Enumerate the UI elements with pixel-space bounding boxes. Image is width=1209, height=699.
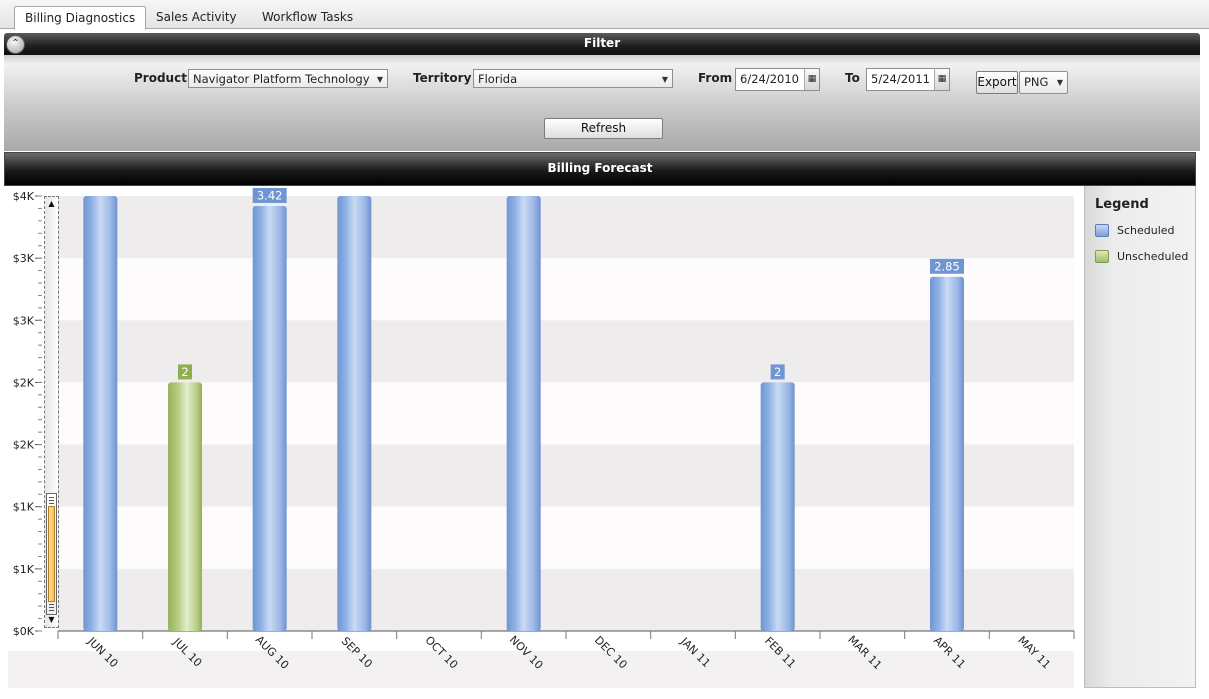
grid-band [58, 258, 1074, 321]
chart-bar [930, 276, 964, 631]
export-button[interactable]: Export [976, 71, 1018, 94]
legend-swatch [1095, 250, 1109, 263]
to-label: To [845, 71, 860, 85]
chart-svg: $0K$1K$1K$2K$2K$3K$3K$4KJUN 10 JUL 10 AUG … [8, 187, 1075, 688]
tab-workflow-tasks[interactable]: Workflow Tasks [252, 7, 363, 27]
chart-bar [506, 196, 541, 631]
y-tick-label: $1K [13, 501, 35, 514]
y-tick-label: $1K [13, 563, 35, 576]
y-tick-label: $2K [13, 376, 35, 389]
filter-panel: Product Navigator Platform Technology ▼ … [4, 55, 1200, 151]
grip-line [49, 503, 54, 504]
to-date-field[interactable]: 5/24/2011 ▦ [866, 68, 950, 91]
refresh-button[interactable]: Refresh [544, 118, 663, 139]
grid-band [58, 444, 1074, 507]
grid-band [58, 506, 1074, 569]
calendar-icon[interactable]: ▦ [934, 69, 949, 90]
from-label: From [698, 71, 733, 85]
from-date-value: 6/24/2010 [740, 72, 799, 86]
grid-band [58, 196, 1074, 259]
chart-bar [168, 382, 202, 631]
legend-label: Unscheduled [1117, 250, 1189, 263]
data-label: 3.42 [257, 188, 283, 202]
y-tick-label: $3K [13, 252, 35, 265]
vertical-zoom-scrollbar[interactable]: ▲ ▼ [44, 196, 59, 628]
to-date-value: 5/24/2011 [871, 72, 930, 86]
legend-label: Scheduled [1117, 224, 1175, 237]
calendar-icon[interactable]: ▦ [804, 69, 819, 90]
billing-forecast-header: Billing Forecast [4, 152, 1196, 186]
filter-title: Filter [583, 36, 621, 50]
x-axis-strip [8, 651, 1074, 688]
data-label: 2 [181, 365, 188, 379]
scroll-thumb[interactable] [46, 493, 57, 615]
grid-band [58, 568, 1074, 631]
grip-line [49, 500, 54, 501]
product-label: Product [134, 71, 187, 85]
grip-line [49, 604, 54, 605]
y-tick-label: $2K [13, 439, 35, 452]
chevron-down-icon: ▼ [661, 75, 668, 84]
data-label: 2.85 [934, 259, 960, 273]
grid-band [58, 382, 1074, 445]
filter-header: ⌃ Filter [4, 33, 1200, 55]
chart-bar [337, 196, 372, 631]
chart-bar [83, 196, 118, 631]
chevron-down-icon: ▼ [1056, 78, 1063, 87]
grip-line [49, 497, 54, 498]
y-tick-label: $3K [13, 314, 35, 327]
data-label: 2 [774, 365, 781, 379]
product-value: Navigator Platform Technology [193, 72, 370, 86]
grip-line [49, 607, 54, 608]
scroll-down-icon[interactable]: ▼ [46, 615, 57, 625]
billing-forecast-title: Billing Forecast [547, 161, 653, 175]
y-tick-label: $0K [13, 625, 35, 638]
export-format-value: PNG [1024, 75, 1049, 89]
y-tick-label: $4K [13, 190, 35, 203]
grid-band [58, 320, 1074, 383]
chart-bar [760, 382, 795, 631]
legend-swatch [1095, 224, 1109, 237]
territory-value: Florida [478, 72, 518, 86]
tab-sales-activity[interactable]: Sales Activity [146, 7, 247, 27]
from-date-field[interactable]: 6/24/2010 ▦ [735, 68, 820, 91]
chevron-down-icon: ▼ [376, 75, 383, 84]
legend-title: Legend [1095, 197, 1149, 212]
tab-bar: Billing Diagnostics Sales Activity Workf… [0, 0, 1209, 30]
billing-forecast-chart: $0K $1K $1K $2K $2K $3K $3K $4K JUN 10 JUL 10 AUG … [4, 186, 1084, 688]
grip-line [49, 610, 54, 611]
territory-select[interactable]: Florida ▼ [473, 69, 673, 88]
scroll-up-icon[interactable]: ▲ [46, 199, 57, 209]
territory-label: Territory [413, 71, 472, 85]
product-select[interactable]: Navigator Platform Technology ▼ [188, 69, 388, 88]
export-format-select[interactable]: PNG ▼ [1019, 71, 1068, 94]
chart-legend: Legend Scheduled Unscheduled [1084, 186, 1196, 688]
scroll-thumb-fill [48, 506, 55, 602]
chart-bar [252, 205, 287, 631]
tab-billing-diagnostics[interactable]: Billing Diagnostics [14, 6, 147, 30]
